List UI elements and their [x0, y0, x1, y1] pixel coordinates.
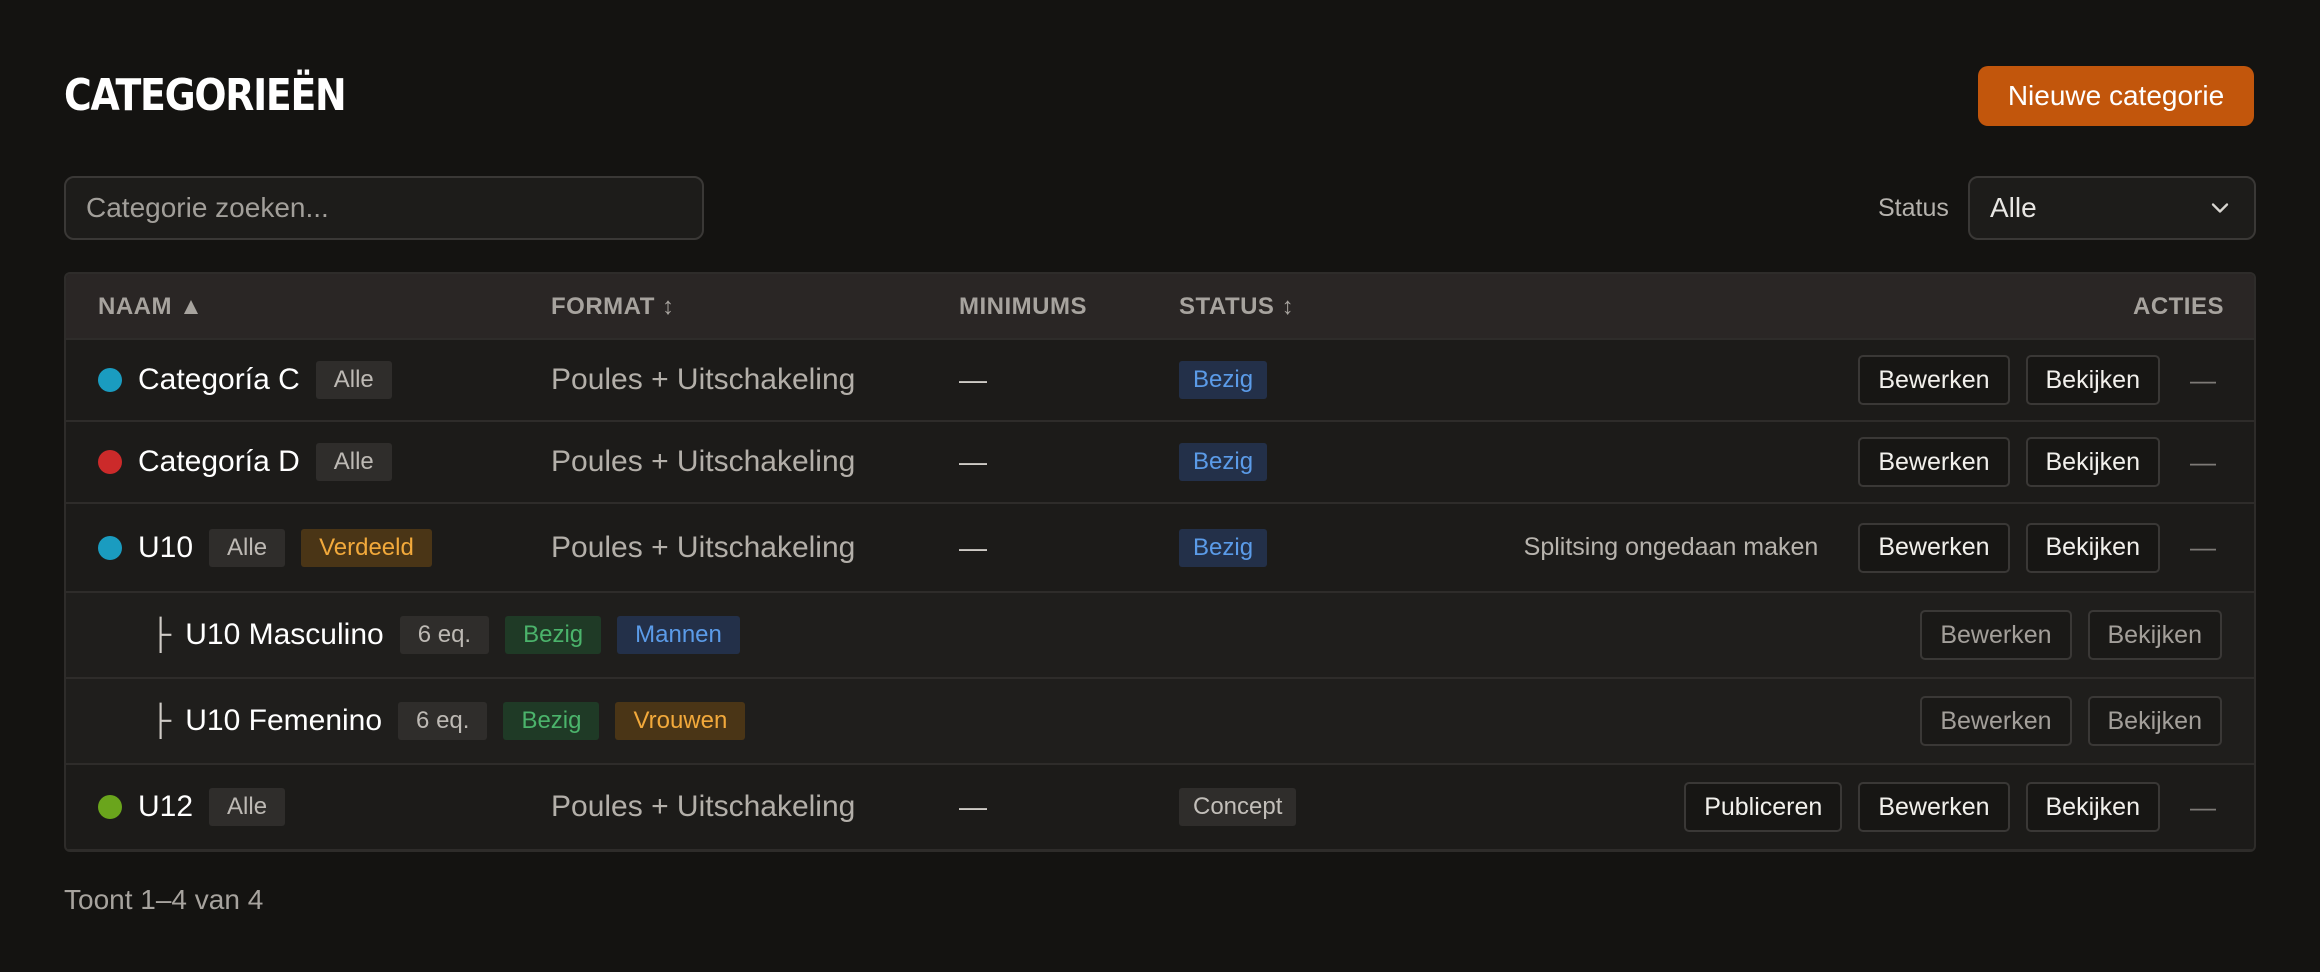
format-cell: Poules + Uitschakeling	[551, 422, 855, 502]
more-actions-placeholder: —	[2190, 532, 2216, 562]
minimums-value: —	[959, 446, 987, 477]
name-cell: U10 Alle Verdeeld	[98, 504, 432, 591]
minimums-value: —	[959, 364, 987, 395]
actions-cell: Publiceren Bewerken Bekijken —	[1668, 765, 2254, 849]
actions-cell: Bewerken Bekijken	[1904, 593, 2254, 677]
tree-branch-icon: ├	[150, 618, 172, 651]
actions-cell: Bewerken Bekijken	[1904, 679, 2254, 763]
sub-category-row: ├ U10 Masculino 6 eq. Bezig Mannen Bewerken Be…	[66, 593, 2254, 679]
edit-button[interactable]: Bewerken	[1858, 782, 2010, 832]
sub-category-row: ├ U10 Femenino 6 eq. Bezig Vrouwen Bewerken Be…	[66, 679, 2254, 765]
name-cell: ├ U10 Femenino 6 eq. Bezig Vrouwen	[150, 679, 746, 763]
actions-cell: Bewerken Bekijken —	[1842, 340, 2254, 420]
category-color-dot	[98, 535, 122, 560]
undo-split-link[interactable]: Splitsing ongedaan maken	[1524, 533, 1819, 562]
name-cell: Categoría D Alle	[98, 422, 392, 502]
minimums-value: —	[959, 531, 987, 563]
view-button[interactable]: Bekijken	[2025, 437, 2160, 487]
status-badge: Concept	[1179, 788, 1297, 826]
chevron-down-icon	[2211, 203, 2229, 213]
view-button[interactable]: Bekijken	[2087, 696, 2222, 746]
tag-chip: Alle	[315, 361, 392, 399]
tag-chip: Verdeeld	[301, 528, 432, 567]
category-name: U12	[138, 790, 194, 823]
minimums-cell: —	[959, 504, 987, 591]
format-text: Poules + Uitschakeling	[551, 445, 856, 478]
minimums-cell: —	[959, 765, 987, 849]
table-row: Categoría C Alle Poules + Uitschakeling — Be…	[66, 340, 2254, 422]
tag-chip: Alle	[209, 528, 286, 567]
column-header-name[interactable]: NAAM ▲	[98, 274, 203, 340]
view-button[interactable]: Bekijken	[2087, 610, 2222, 660]
view-button[interactable]: Bekijken	[2025, 522, 2160, 573]
category-name: Categoría D	[138, 445, 300, 478]
column-header-minimums: MINIMUMS	[959, 293, 1087, 320]
format-text: Poules + Uitschakeling	[551, 363, 856, 396]
format-text: Poules + Uitschakeling	[551, 530, 856, 564]
pagination-summary: Toont 1–4 van 4	[64, 884, 264, 915]
search-box[interactable]	[64, 176, 704, 240]
column-header-status[interactable]: STATUS ↕	[1179, 274, 1294, 340]
table-row: U10 Alle Verdeeld Poules + Uitschakeling — Be…	[66, 504, 2254, 593]
name-cell: U12 Alle	[98, 765, 286, 849]
table-header: NAAM ▲ FORMAT ↕ MINIMUMS STATUS ↕ ACTIES	[66, 274, 2254, 340]
tag-chip: Alle	[209, 788, 286, 826]
view-button[interactable]: Bekijken	[2025, 782, 2160, 832]
column-header-actions: ACTIES	[2132, 293, 2224, 320]
format-text: Poules + Uitschakeling	[551, 790, 856, 823]
status-filter-label: Status	[1878, 194, 1949, 222]
category-color-dot	[98, 795, 122, 819]
format-cell: Poules + Uitschakeling	[551, 504, 855, 591]
page-title: CATEGORIEËN	[64, 70, 347, 121]
edit-button[interactable]: Bewerken	[1858, 522, 2010, 573]
status-badge: Bezig	[1179, 443, 1268, 481]
table-row: Categoría D Alle Poules + Uitschakeling — Be…	[66, 422, 2254, 504]
status-cell: Bezig	[1179, 340, 1268, 420]
publish-button[interactable]: Publiceren	[1684, 782, 1843, 832]
tag-chip: Bezig	[503, 702, 600, 740]
column-header-format[interactable]: FORMAT ↕	[551, 274, 675, 340]
minimums-cell: —	[959, 422, 987, 502]
tag-chip: Mannen	[617, 616, 740, 654]
more-actions-placeholder: —	[2190, 446, 2216, 477]
category-color-dot	[98, 368, 122, 392]
tag-chip: Alle	[315, 443, 392, 481]
tree-branch-icon: ├	[150, 704, 172, 737]
tag-chip: Bezig	[505, 616, 602, 654]
search-input[interactable]	[86, 192, 702, 224]
edit-button[interactable]: Bewerken	[1858, 355, 2010, 405]
actions-cell: Bewerken Bekijken —	[1842, 422, 2254, 502]
minimums-cell: —	[959, 340, 987, 420]
tag-chip: Vrouwen	[615, 702, 746, 740]
tag-chip: 6 eq.	[399, 616, 490, 654]
format-cell: Poules + Uitschakeling	[551, 340, 855, 420]
category-name: Categoría C	[138, 363, 300, 396]
status-select-value: Alle	[1990, 192, 2037, 223]
more-actions-placeholder: —	[2190, 791, 2216, 822]
name-cell: Categoría C Alle	[98, 340, 392, 420]
new-category-button[interactable]: Nieuwe categorie	[1978, 66, 2254, 126]
view-button[interactable]: Bekijken	[2025, 355, 2160, 405]
category-name: U10 Masculino	[185, 618, 384, 651]
edit-button[interactable]: Bewerken	[1858, 437, 2010, 487]
format-cell: Poules + Uitschakeling	[551, 765, 855, 849]
table-row: U12 Alle Poules + Uitschakeling — Concept Pub…	[66, 765, 2254, 850]
edit-button[interactable]: Bewerken	[1920, 696, 2072, 746]
status-cell: Bezig	[1179, 422, 1268, 502]
status-cell: Concept	[1179, 765, 1297, 849]
status-cell: Bezig	[1179, 504, 1268, 591]
category-name: U10 Femenino	[185, 704, 383, 737]
category-color-dot	[98, 450, 122, 474]
tag-chip: 6 eq.	[398, 702, 488, 740]
edit-button[interactable]: Bewerken	[1920, 610, 2072, 660]
minimums-value: —	[959, 791, 987, 822]
category-name: U10	[138, 530, 194, 564]
categories-table: NAAM ▲ FORMAT ↕ MINIMUMS STATUS ↕ ACTIES…	[64, 272, 2256, 852]
status-badge: Bezig	[1179, 361, 1268, 399]
actions-cell: Splitsing ongedaan maken Bewerken Bekijken…	[1524, 504, 2254, 591]
more-actions-placeholder: —	[2190, 364, 2216, 395]
status-select[interactable]: Alle	[1968, 176, 2256, 240]
name-cell: ├ U10 Masculino 6 eq. Bezig Mannen	[150, 593, 740, 677]
status-badge: Bezig	[1179, 528, 1268, 567]
